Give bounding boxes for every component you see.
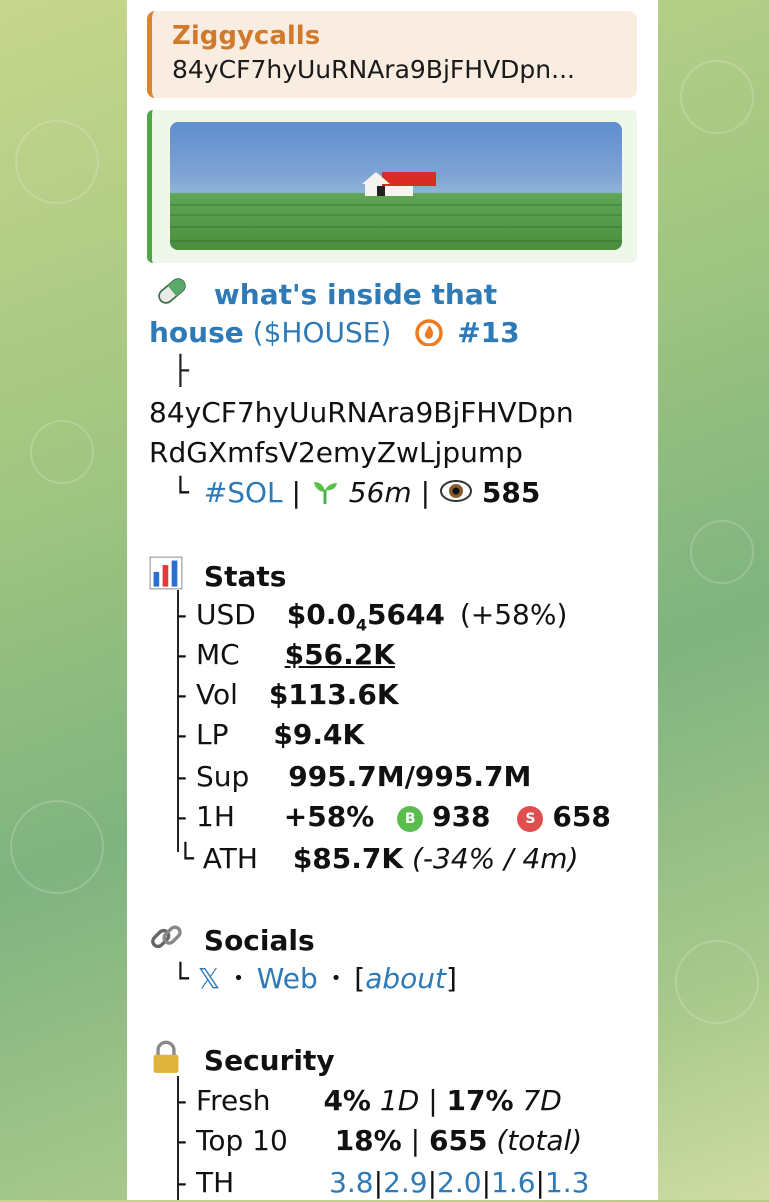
stats-header: Stats: [149, 556, 286, 596]
link-preview[interactable]: [147, 110, 637, 263]
stat-extra-usd: (+58%): [459, 598, 568, 631]
stat-row-ath: └ ATH $85.7K (-34% / 4m): [177, 842, 579, 875]
message-bubble: Ziggycalls 84yCF7hyUuRNAra9BjFHVDpn... w…: [127, 0, 658, 1200]
security-header: Security: [149, 1040, 335, 1080]
th-value[interactable]: 1.3: [545, 1166, 590, 1199]
buy-badge-icon: B: [397, 806, 424, 832]
sells-count: 658: [552, 800, 611, 833]
wallpaper-doodle: [10, 800, 104, 894]
stat-extra-ath: (-34% / 4m): [411, 842, 579, 875]
stat-value-usd: $0.045644: [286, 598, 445, 635]
token-name-link[interactable]: what's inside that: [214, 278, 497, 311]
security-row-th: - TH 3.8|2.9|2.0|1.6|1.3: [177, 1166, 590, 1199]
token-meta-line: └ #SOL | 56m | 585: [172, 476, 541, 509]
bar-chart-icon: [149, 556, 183, 590]
stat-row-mc: - MC $56.2K: [177, 638, 395, 671]
token-title-line1: what's inside that: [155, 274, 497, 314]
x-link[interactable]: 𝕏: [198, 962, 221, 995]
stat-value-lp: $9.4K: [273, 718, 365, 751]
link-icon: [151, 925, 182, 949]
security-heading: Security: [203, 1044, 335, 1077]
wallpaper-doodle: [675, 940, 759, 1024]
chain-tag[interactable]: #SOL: [204, 476, 283, 509]
socials-links: └ 𝕏 • Web • [about]: [172, 962, 457, 995]
stat-value-ath: $85.7K: [292, 842, 404, 875]
pill-icon: [158, 278, 186, 304]
wallpaper-doodle: [30, 420, 94, 484]
token-name-link-cont[interactable]: house: [149, 316, 244, 349]
lock-icon: [153, 1040, 179, 1073]
th-value[interactable]: 3.8: [329, 1166, 374, 1199]
contract-address-line2[interactable]: RdGXmfsV2emyZwLjpump: [149, 434, 523, 472]
stat-row-lp: - LP $9.4K: [177, 718, 365, 751]
stat-row-vol: - Vol $113.6K: [177, 678, 399, 711]
stat-row-1h: - 1H +58% B 938 S 658: [177, 800, 611, 833]
token-age: 56m: [348, 476, 412, 509]
stat-value-sup: 995.7M/995.7M: [288, 760, 532, 793]
tree-branch: ├: [172, 354, 189, 387]
stat-row-sup: - Sup 995.7M/995.7M: [177, 760, 532, 793]
token-rank[interactable]: #13: [457, 316, 519, 349]
views-count: 585: [481, 476, 541, 509]
security-row-top10: - Top 10 18% | 655 (total): [177, 1124, 583, 1157]
eye-icon: [439, 480, 472, 502]
socials-heading: Socials: [203, 924, 315, 957]
wallpaper-doodle: [15, 120, 99, 204]
token-title-line2: house ($HOUSE) #13: [149, 314, 520, 352]
stats-heading: Stats: [203, 560, 287, 593]
tree-corner: └: [172, 476, 189, 509]
th-value[interactable]: 1.6: [491, 1166, 536, 1199]
wallpaper-doodle: [680, 60, 754, 134]
socials-header: Socials: [149, 920, 315, 960]
wallpaper-doodle: [690, 520, 754, 584]
reply-author: Ziggycalls: [172, 21, 321, 51]
th-value[interactable]: 2.0: [437, 1166, 482, 1199]
web-link[interactable]: Web: [257, 962, 318, 995]
contract-address-line1[interactable]: 84yCF7hyUuRNAra9BjFHVDpn: [149, 394, 574, 432]
stat-label: USD: [196, 598, 256, 631]
token-ticker[interactable]: ($HOUSE): [253, 316, 392, 349]
reply-text: 84yCF7hyUuRNAra9BjFHVDpn...: [172, 55, 575, 84]
preview-image[interactable]: [170, 122, 622, 250]
about-link[interactable]: about: [365, 962, 446, 995]
stat-value-mc[interactable]: $56.2K: [285, 638, 395, 671]
th-value[interactable]: 2.9: [383, 1166, 428, 1199]
sell-badge-icon: S: [517, 806, 544, 832]
seedling-icon: [313, 482, 337, 504]
buys-count: 938: [432, 800, 491, 833]
stat-value-1h: +58%: [283, 800, 375, 833]
fire-icon: [415, 319, 444, 346]
tree-corner: └: [172, 962, 198, 995]
reply-quote[interactable]: Ziggycalls 84yCF7hyUuRNAra9BjFHVDpn...: [147, 11, 637, 98]
stat-value-vol: $113.6K: [268, 678, 399, 711]
security-row-fresh: - Fresh 4% 1D | 17% 7D: [177, 1084, 562, 1117]
